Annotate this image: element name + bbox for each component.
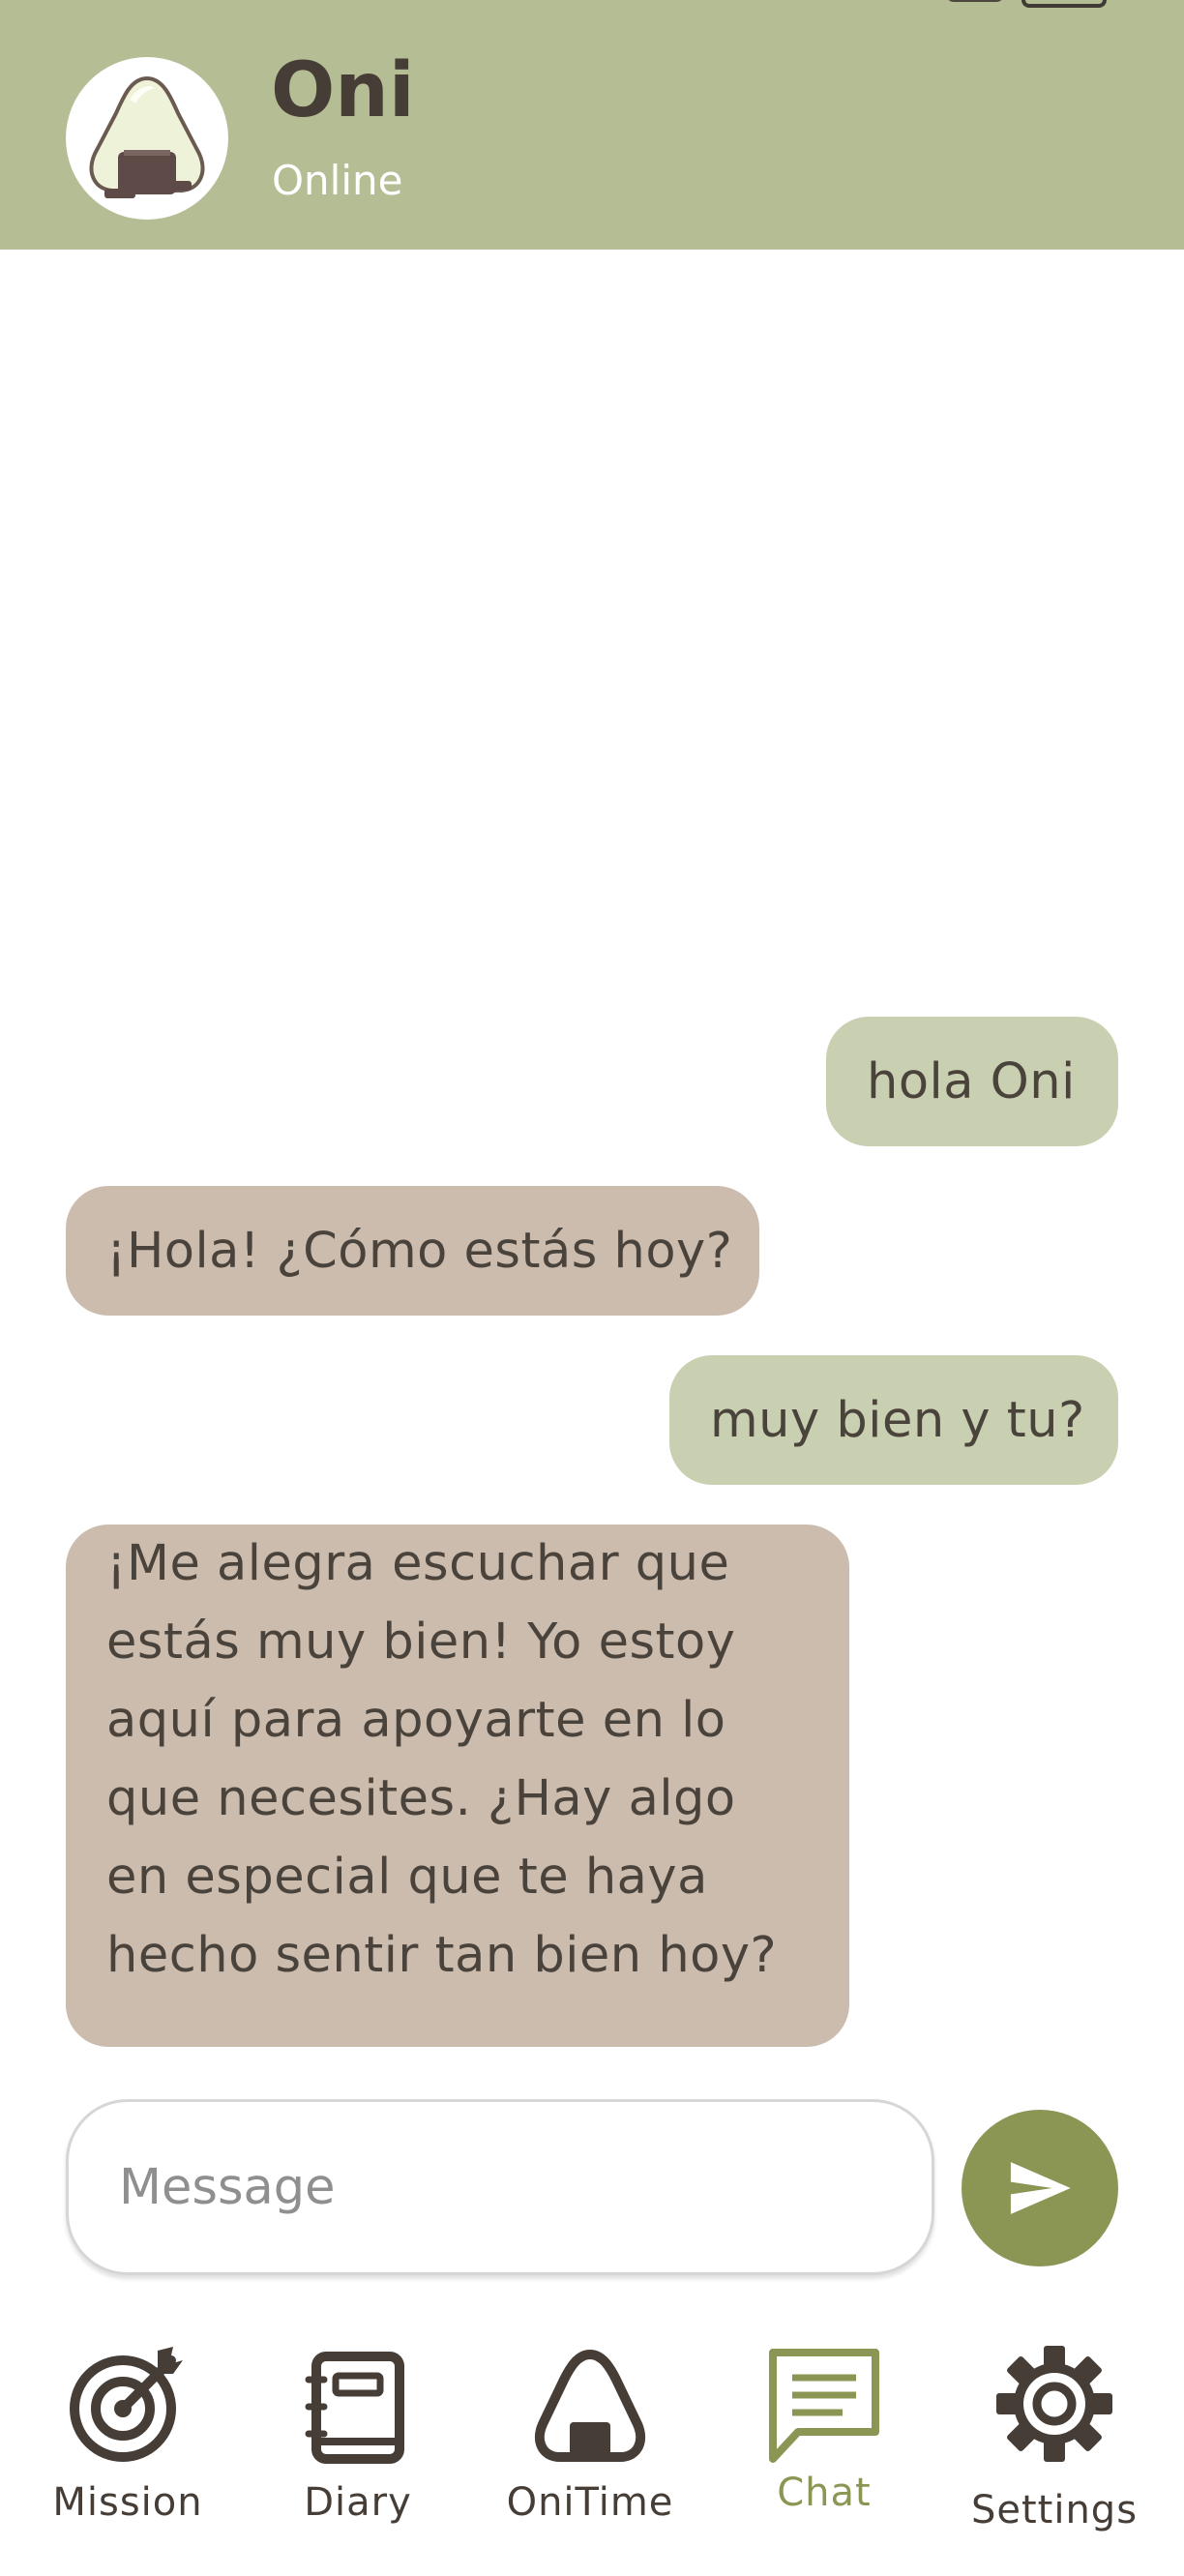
nav-label: Mission bbox=[52, 2480, 203, 2525]
message-line: estás muy bien! Yo estoy bbox=[106, 1614, 736, 1671]
nav-onitime[interactable]: OniTime bbox=[493, 2341, 687, 2563]
nav-diary[interactable]: Diary bbox=[261, 2341, 455, 2563]
send-button[interactable] bbox=[962, 2110, 1118, 2266]
avatar[interactable] bbox=[66, 57, 228, 220]
gear-icon bbox=[996, 2346, 1112, 2462]
message-line: en especial que te haya bbox=[106, 1849, 708, 1906]
chat-bubble-icon bbox=[769, 2349, 879, 2463]
nav-chat[interactable]: Chat bbox=[727, 2341, 921, 2563]
nav-label: Chat bbox=[777, 2471, 872, 2515]
contact-name: Oni bbox=[271, 47, 415, 134]
nav-label: OniTime bbox=[506, 2480, 674, 2525]
message-outgoing: hola Oni bbox=[826, 1017, 1118, 1146]
chat-screen: Oni Online hola Oni ¡Hola! ¿Cómo estás h… bbox=[0, 0, 1184, 2576]
message-incoming: ¡Me alegra escuchar que estás muy bien! … bbox=[66, 1525, 849, 2047]
onigiri-icon bbox=[534, 2350, 646, 2462]
message-line: que necesites. ¿Hay algo bbox=[106, 1770, 736, 1827]
message-text: hola Oni bbox=[867, 1052, 1076, 1110]
nav-label: Settings bbox=[970, 2488, 1139, 2532]
message-text: ¡Hola! ¿Cómo estás hoy? bbox=[106, 1222, 733, 1280]
status-bar-fragment bbox=[946, 0, 1107, 8]
chat-header: Oni Online bbox=[0, 0, 1184, 250]
notebook-icon bbox=[305, 2352, 404, 2464]
message-outgoing: muy bien y tu? bbox=[669, 1355, 1118, 1485]
nav-mission[interactable]: Mission bbox=[31, 2341, 224, 2563]
nav-label: Diary bbox=[304, 2480, 412, 2525]
onigiri-avatar-icon bbox=[89, 75, 205, 198]
target-icon bbox=[70, 2347, 183, 2462]
contact-status: Online bbox=[272, 157, 403, 204]
message-input[interactable] bbox=[66, 2099, 934, 2275]
send-icon bbox=[1010, 2162, 1071, 2214]
message-incoming: ¡Hola! ¿Cómo estás hoy? bbox=[66, 1186, 759, 1316]
signal-icon bbox=[946, 0, 1004, 2]
message-line: aquí para apoyarte en lo bbox=[106, 1692, 726, 1749]
message-text: muy bien y tu? bbox=[710, 1391, 1085, 1449]
message-line: ¡Me alegra escuchar que bbox=[106, 1535, 730, 1592]
battery-icon bbox=[1021, 0, 1107, 8]
message-line: hecho sentir tan bien hoy? bbox=[106, 1927, 778, 1984]
nav-settings[interactable]: Settings bbox=[958, 2341, 1151, 2563]
